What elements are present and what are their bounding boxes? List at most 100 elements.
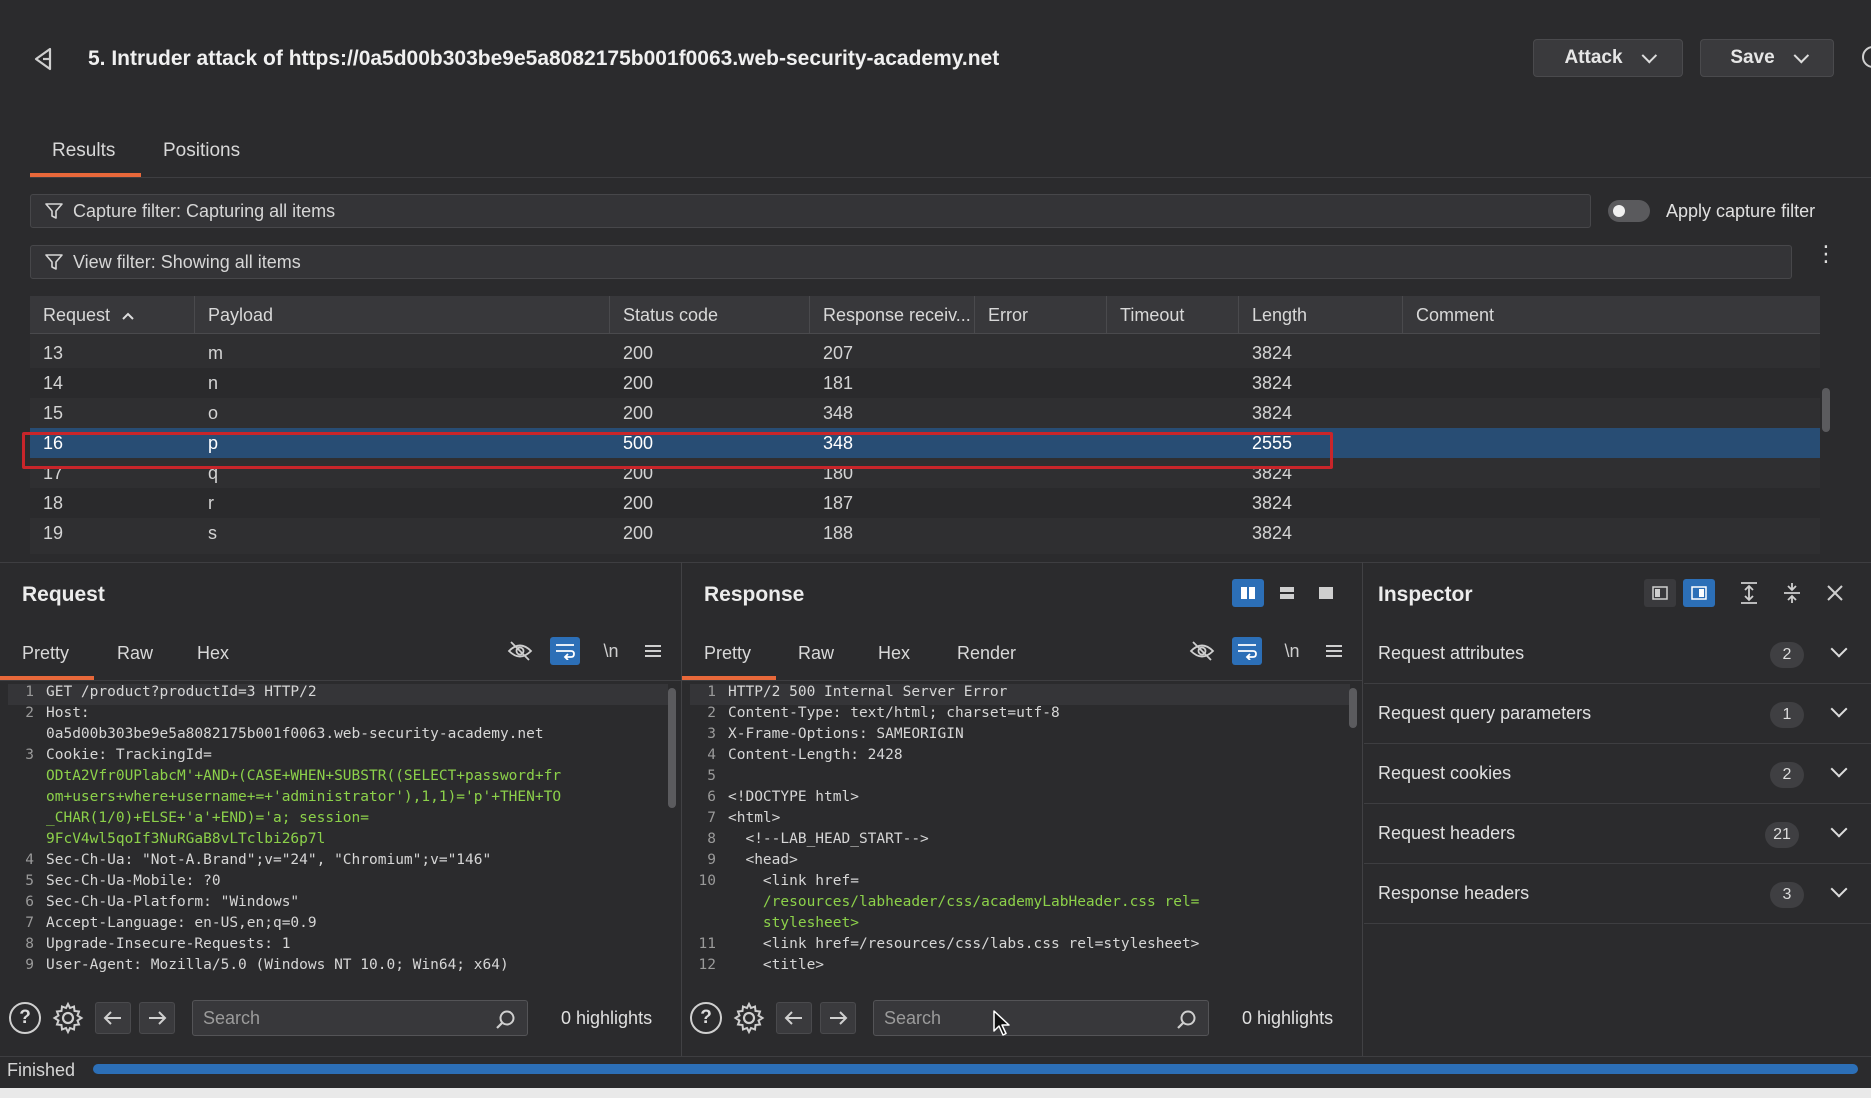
arrow-left-icon	[103, 1011, 121, 1025]
response-editor[interactable]: 1 HTTP/2 500 Internal Server Error 2 Con…	[690, 684, 1350, 984]
request-search-box[interactable]	[192, 1000, 528, 1036]
gear-icon[interactable]	[732, 1001, 766, 1035]
column-header-payload[interactable]: Payload	[195, 296, 610, 334]
code-line: ODtA2Vfr0UPlabcM'+AND+(CASE+WHEN+SUBSTR(…	[46, 768, 562, 784]
column-header-length[interactable]: Length	[1239, 296, 1403, 334]
request-tab-pretty[interactable]: Pretty	[22, 643, 69, 664]
cell-received: 188	[823, 523, 854, 543]
column-header-response-received[interactable]: Response receiv...	[810, 296, 975, 334]
code-line: om+users+where+username+=+'administrator…	[46, 789, 562, 805]
column-header-error[interactable]: Error	[975, 296, 1107, 334]
table-row[interactable]: 15 o 200 348 3824	[30, 398, 1820, 428]
inspector-layout-right-icon[interactable]	[1683, 579, 1715, 607]
view-filter-text: View filter: Showing all items	[73, 251, 301, 272]
wrap-lines-icon[interactable]	[550, 637, 580, 665]
hide-eye-icon[interactable]	[1187, 637, 1217, 665]
status-text: Finished	[7, 1060, 76, 1080]
response-tab-pretty[interactable]: Pretty	[704, 643, 751, 664]
inspector-section-request-query-parameters[interactable]: Request query parameters 1	[1364, 685, 1871, 744]
response-search-box[interactable]	[873, 1000, 1209, 1036]
line-number: 6	[707, 789, 716, 805]
pane-splitter[interactable]	[1362, 562, 1363, 1056]
toggle-knob	[1613, 205, 1625, 217]
table-row[interactable]: 18 r 200 187 3824	[30, 488, 1820, 518]
column-header-comment[interactable]: Comment	[1403, 296, 1820, 334]
more-options-icon[interactable]: ⋮	[1815, 243, 1837, 274]
code-line: <link href=/resources/css/labs.css rel=s…	[728, 936, 1200, 952]
filter-icon	[45, 254, 63, 270]
help-icon[interactable]: ?	[9, 1002, 41, 1034]
response-tab-raw[interactable]: Raw	[798, 643, 834, 664]
inspector-section-label: Request headers	[1378, 823, 1516, 843]
code-line: <!--LAB_HEAD_START-->	[728, 831, 929, 847]
expand-all-icon[interactable]	[1734, 579, 1764, 607]
response-scrollbar[interactable]	[1349, 688, 1357, 728]
menu-icon[interactable]	[1319, 637, 1349, 665]
cell-payload: o	[208, 403, 219, 423]
table-row[interactable]: 13 m 200 207 3824	[30, 338, 1820, 368]
next-button[interactable]	[820, 1002, 856, 1034]
table-row[interactable]: 19 s 200 188 3824	[30, 518, 1820, 548]
tab-results[interactable]: Results	[52, 140, 115, 162]
attack-button[interactable]: Attack	[1533, 39, 1683, 77]
previous-button[interactable]	[776, 1002, 812, 1034]
collapse-all-icon[interactable]	[1777, 579, 1807, 607]
table-row[interactable]: 14 n 200 181 3824	[30, 368, 1820, 398]
chevron-down-icon[interactable]	[1830, 640, 1848, 658]
cell-comment	[1403, 338, 1416, 368]
request-tab-raw[interactable]: Raw	[117, 643, 153, 664]
inspector-section-request-attributes[interactable]: Request attributes 2	[1364, 625, 1871, 684]
code-line: Sec-Ch-Ua-Platform: "Windows"	[46, 894, 300, 910]
inspector-section-request-headers[interactable]: Request headers 21	[1364, 805, 1871, 864]
request-search-input[interactable]	[203, 1001, 471, 1035]
search-icon[interactable]	[495, 1009, 517, 1031]
save-label: Save	[1730, 47, 1775, 68]
table-scrollbar[interactable]	[1822, 388, 1830, 432]
chevron-down-icon[interactable]	[1830, 700, 1848, 718]
help-icon[interactable]: ?	[690, 1002, 722, 1034]
request-scrollbar[interactable]	[668, 688, 676, 808]
gear-icon[interactable]	[51, 1001, 85, 1035]
chevron-down-icon	[1793, 47, 1809, 63]
line-number: 2	[707, 705, 716, 721]
column-header-request[interactable]: Request	[30, 296, 195, 334]
newline-toggle-icon[interactable]: \n	[596, 637, 626, 665]
wrap-lines-icon[interactable]	[1232, 637, 1262, 665]
capture-filter-text: Capture filter: Capturing all items	[73, 200, 336, 221]
layout-single-icon[interactable]	[1310, 579, 1342, 607]
capture-filter-bar[interactable]: Capture filter: Capturing all items	[30, 194, 1591, 228]
layout-stacked-icon[interactable]	[1271, 579, 1303, 607]
previous-button[interactable]	[95, 1002, 131, 1034]
inspector-section-request-cookies[interactable]: Request cookies 2	[1364, 745, 1871, 804]
hide-eye-icon[interactable]	[505, 637, 535, 665]
chevron-down-icon[interactable]	[1830, 880, 1848, 898]
response-tab-render[interactable]: Render	[957, 643, 1016, 664]
column-header-status-code[interactable]: Status code	[610, 296, 810, 334]
chevron-down-icon[interactable]	[1830, 760, 1848, 778]
next-button[interactable]	[139, 1002, 175, 1034]
chevron-down-icon[interactable]	[1830, 820, 1848, 838]
line-number: 12	[698, 957, 716, 973]
response-tab-hex[interactable]: Hex	[878, 643, 910, 664]
line-number: 4	[707, 747, 716, 763]
column-header-timeout[interactable]: Timeout	[1107, 296, 1239, 334]
request-tab-hex[interactable]: Hex	[197, 643, 229, 664]
inspector-layout-left-icon[interactable]	[1644, 579, 1676, 607]
pane-splitter[interactable]	[681, 562, 682, 1056]
mouse-cursor-icon	[993, 1010, 1010, 1036]
layout-side-by-side-icon[interactable]	[1232, 579, 1264, 607]
tab-positions[interactable]: Positions	[163, 140, 240, 162]
code-line: GET /product?productId=3 HTTP/2	[46, 684, 317, 700]
newline-toggle-icon[interactable]: \n	[1277, 637, 1307, 665]
cell-comment	[1403, 368, 1416, 398]
search-icon[interactable]	[1176, 1009, 1198, 1031]
inspector-section-label: Request attributes	[1378, 643, 1525, 663]
close-icon[interactable]	[1820, 579, 1850, 607]
response-search-input[interactable]	[884, 1001, 1152, 1035]
inspector-section-response-headers[interactable]: Response headers 3	[1364, 865, 1871, 924]
line-number: 8	[707, 831, 716, 847]
request-editor[interactable]: 1 GET /product?productId=3 HTTP/2 2 Host…	[8, 684, 668, 984]
save-button[interactable]: Save	[1700, 39, 1834, 77]
menu-icon[interactable]	[638, 637, 668, 665]
view-filter-bar[interactable]: View filter: Showing all items	[30, 245, 1792, 279]
